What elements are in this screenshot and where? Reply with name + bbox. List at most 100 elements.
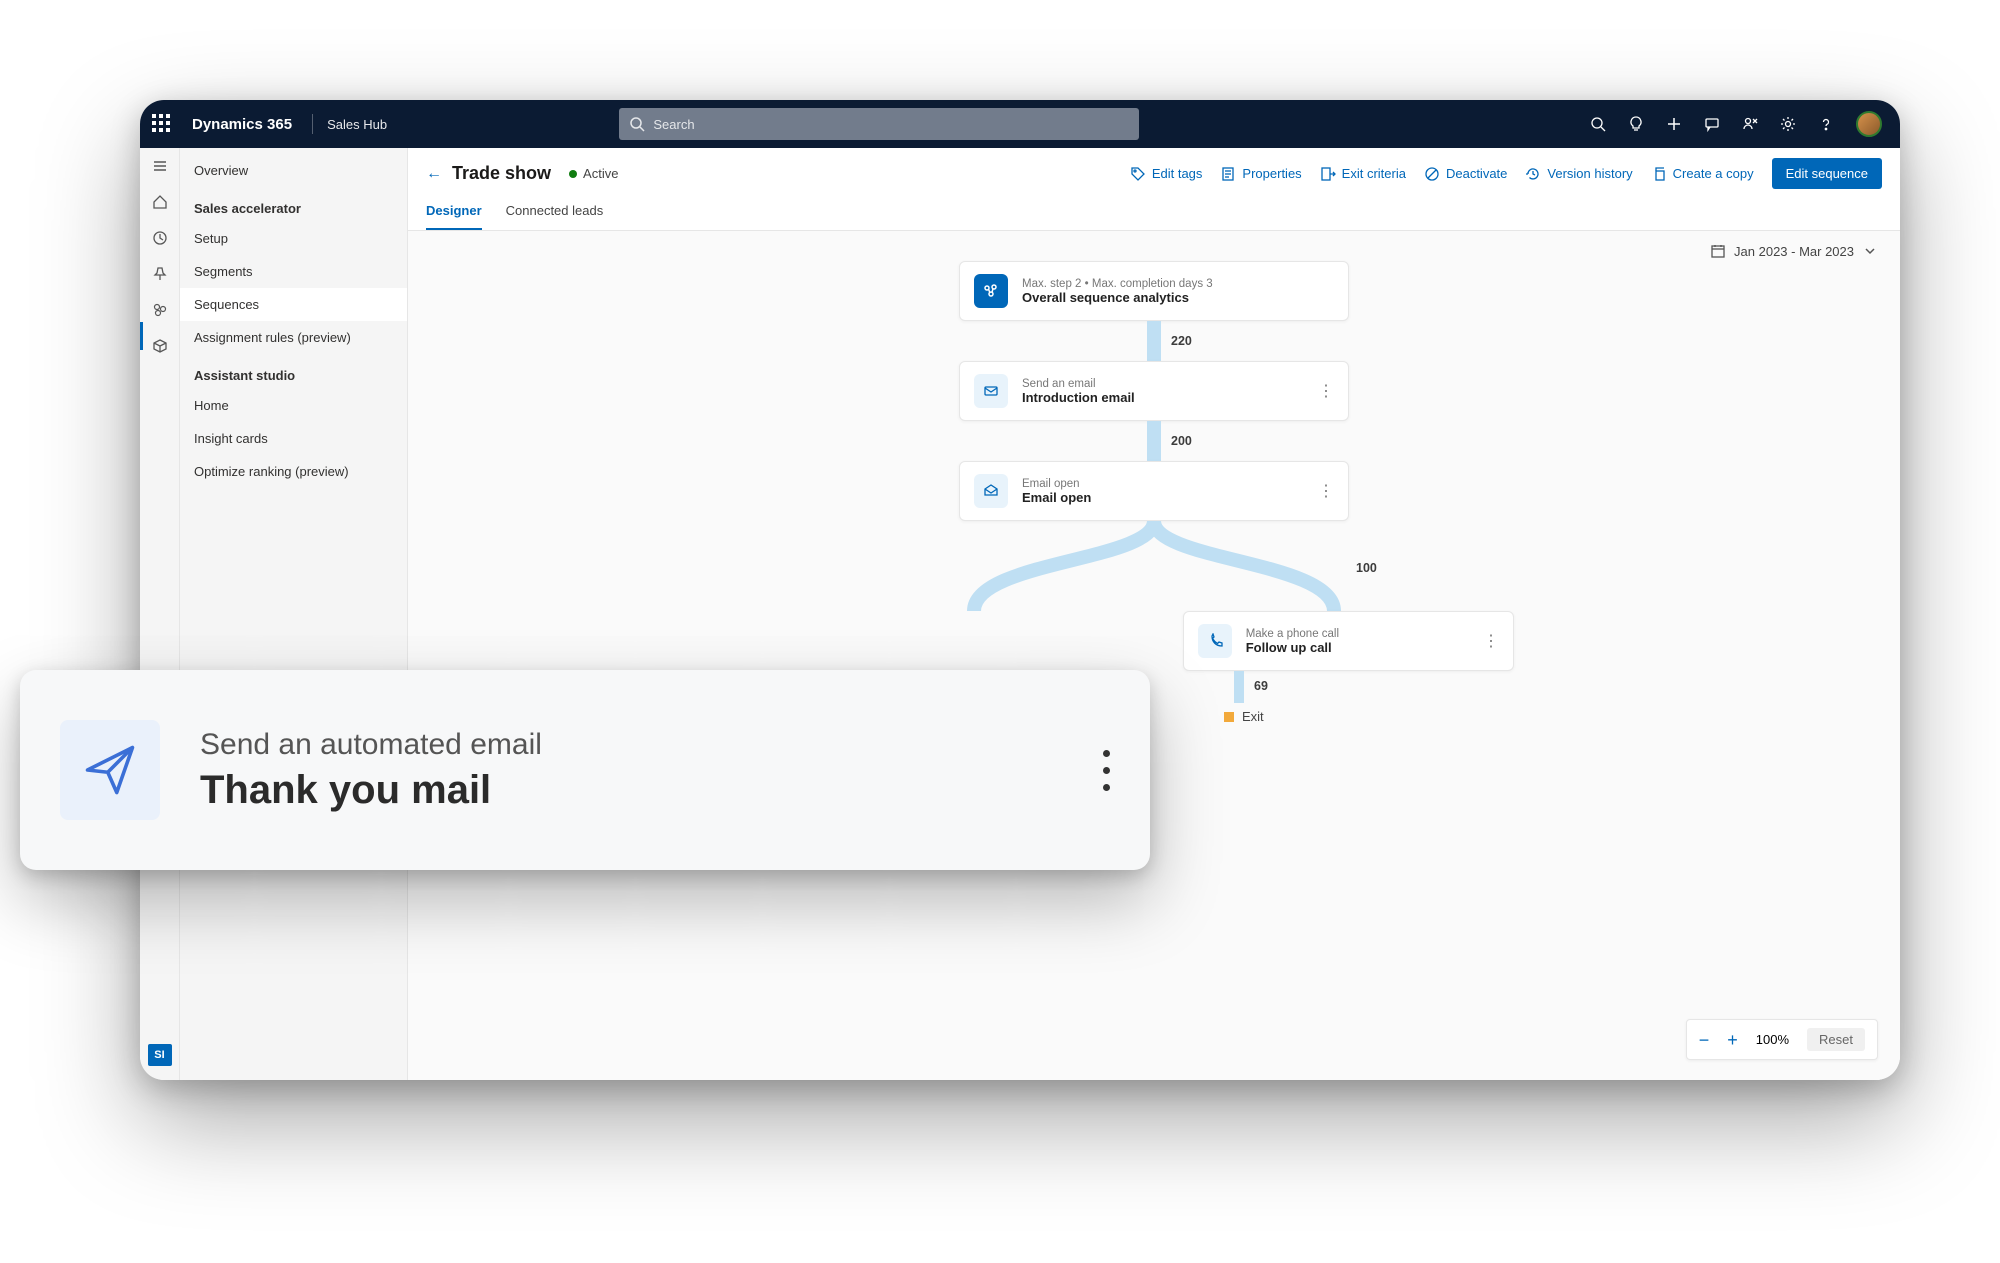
search-icon: [629, 116, 645, 132]
node-email-open[interactable]: Email open Email open ⋮: [959, 461, 1349, 521]
branch-row: Make a phone call Follow up call ⋮: [794, 611, 1514, 671]
exit-label: Exit: [1242, 709, 1264, 724]
main-content: ← Trade show Active Edit tags Properties…: [408, 148, 1900, 1080]
assistant-icon[interactable]: [1742, 116, 1758, 132]
node-overall-analytics[interactable]: Max. step 2 • Max. completion days 3 Ove…: [959, 261, 1349, 321]
flow-split: 100: [894, 521, 1414, 611]
nav-insight-cards[interactable]: Insight cards: [180, 422, 407, 455]
recent-icon[interactable]: [152, 230, 168, 246]
cube-icon[interactable]: [152, 338, 168, 354]
copy-icon: [1651, 166, 1667, 182]
callout-card-thank-you-mail[interactable]: Send an automated email Thank you mail: [20, 670, 1150, 870]
left-branch-placeholder: [794, 611, 1123, 671]
back-arrow-icon[interactable]: ←: [426, 165, 442, 183]
nav-segments[interactable]: Segments: [180, 255, 407, 288]
analytics-icon: [974, 274, 1008, 308]
global-header: Dynamics 365 Sales Hub: [140, 100, 1900, 148]
edit-sequence-button[interactable]: Edit sequence: [1772, 158, 1882, 189]
app-body: SI Overview Sales accelerator Setup Segm…: [140, 148, 1900, 1080]
tab-connected-leads[interactable]: Connected leads: [506, 203, 604, 230]
help-icon[interactable]: [1818, 116, 1834, 132]
version-history-label: Version history: [1547, 166, 1632, 181]
app-launcher-icon[interactable]: [152, 114, 172, 134]
page-title: Trade show: [452, 163, 551, 184]
hamburger-icon[interactable]: [152, 158, 168, 174]
nav-sequences[interactable]: Sequences: [180, 288, 407, 321]
divider: [312, 114, 313, 134]
node-intro-title: Introduction email: [1022, 390, 1135, 405]
version-history-action[interactable]: Version history: [1525, 166, 1632, 182]
callout-title: Thank you mail: [200, 768, 542, 813]
gear-icon[interactable]: [1780, 116, 1796, 132]
node-introduction-email[interactable]: Send an email Introduction email ⋮: [959, 361, 1349, 421]
brand-label: Dynamics 365: [186, 116, 298, 133]
zoom-out-button[interactable]: −: [1699, 1031, 1710, 1049]
page-header: ← Trade show Active Edit tags Properties…: [408, 148, 1900, 189]
lightbulb-icon[interactable]: [1628, 116, 1644, 132]
search-icon[interactable]: [1590, 116, 1606, 132]
node-menu-icon[interactable]: ⋮: [1483, 631, 1499, 651]
deactivate-icon: [1424, 166, 1440, 182]
header-actions: [1590, 111, 1888, 137]
properties-icon: [1220, 166, 1236, 182]
zoom-in-button[interactable]: +: [1727, 1031, 1738, 1049]
app-name-label: Sales Hub: [327, 117, 387, 132]
exit-criteria-label: Exit criteria: [1342, 166, 1406, 181]
callout-menu-icon[interactable]: [1103, 750, 1110, 791]
zoom-reset-button[interactable]: Reset: [1807, 1028, 1865, 1051]
exit-criteria-action[interactable]: Exit criteria: [1320, 166, 1406, 182]
app-window: Dynamics 365 Sales Hub SI: [140, 100, 1900, 1080]
search-input[interactable]: [619, 108, 1139, 140]
tab-designer[interactable]: Designer: [426, 203, 482, 230]
node-overall-title: Overall sequence analytics: [1022, 290, 1213, 305]
home-icon[interactable]: [152, 194, 168, 210]
node-intro-sub: Send an email: [1022, 378, 1135, 390]
zoom-toolbar: − + 100% Reset: [1686, 1019, 1878, 1060]
exit-icon: [1320, 166, 1336, 182]
email-icon: [974, 374, 1008, 408]
node-menu-icon[interactable]: ⋮: [1318, 481, 1334, 501]
settings-cluster-icon[interactable]: [152, 302, 168, 318]
si-badge[interactable]: SI: [148, 1044, 172, 1066]
deactivate-action[interactable]: Deactivate: [1424, 166, 1507, 182]
create-copy-label: Create a copy: [1673, 166, 1754, 181]
callout-subtitle: Send an automated email: [200, 728, 542, 762]
tabs: Designer Connected leads: [408, 189, 1900, 231]
flow-count-69: 69: [1254, 679, 1268, 693]
edit-tags-action[interactable]: Edit tags: [1130, 166, 1203, 182]
node-open-sub: Email open: [1022, 478, 1091, 490]
designer-canvas[interactable]: Jan 2023 - Mar 2023 Max. step 2 • Max. c…: [408, 231, 1900, 1080]
pin-icon[interactable]: [152, 266, 168, 282]
sequence-flow: Max. step 2 • Max. completion days 3 Ove…: [794, 261, 1514, 724]
global-search: [619, 108, 1139, 140]
connector: 69: [1234, 671, 1244, 703]
tag-icon: [1130, 166, 1146, 182]
connector: 220: [1147, 321, 1161, 361]
callout-text: Send an automated email Thank you mail: [200, 728, 542, 813]
date-range-selector[interactable]: Jan 2023 - Mar 2023: [1710, 243, 1878, 259]
node-follow-up-call[interactable]: Make a phone call Follow up call ⋮: [1183, 611, 1514, 671]
user-avatar[interactable]: [1856, 111, 1882, 137]
flow-count-100: 100: [1356, 561, 1377, 575]
nav-home[interactable]: Home: [180, 389, 407, 422]
rail-active-indicator: [140, 322, 143, 350]
phone-icon: [1198, 624, 1232, 658]
edit-tags-label: Edit tags: [1152, 166, 1203, 181]
properties-action[interactable]: Properties: [1220, 166, 1301, 182]
nav-section-sales-accelerator: Sales accelerator: [180, 187, 407, 222]
email-open-icon: [974, 474, 1008, 508]
nav-setup[interactable]: Setup: [180, 222, 407, 255]
nav-optimize-ranking[interactable]: Optimize ranking (preview): [180, 455, 407, 488]
date-range-label: Jan 2023 - Mar 2023: [1734, 244, 1854, 259]
side-nav: Overview Sales accelerator Setup Segment…: [180, 148, 408, 1080]
zoom-level-label: 100%: [1756, 1032, 1789, 1047]
create-copy-action[interactable]: Create a copy: [1651, 166, 1754, 182]
exit-node: Exit: [1224, 709, 1514, 724]
node-menu-icon[interactable]: ⋮: [1318, 381, 1334, 401]
chat-icon[interactable]: [1704, 116, 1720, 132]
plus-icon[interactable]: [1666, 116, 1682, 132]
nav-assignment-rules[interactable]: Assignment rules (preview): [180, 321, 407, 354]
nav-overview[interactable]: Overview: [180, 154, 407, 187]
chevron-down-icon: [1862, 243, 1878, 259]
history-icon: [1525, 166, 1541, 182]
